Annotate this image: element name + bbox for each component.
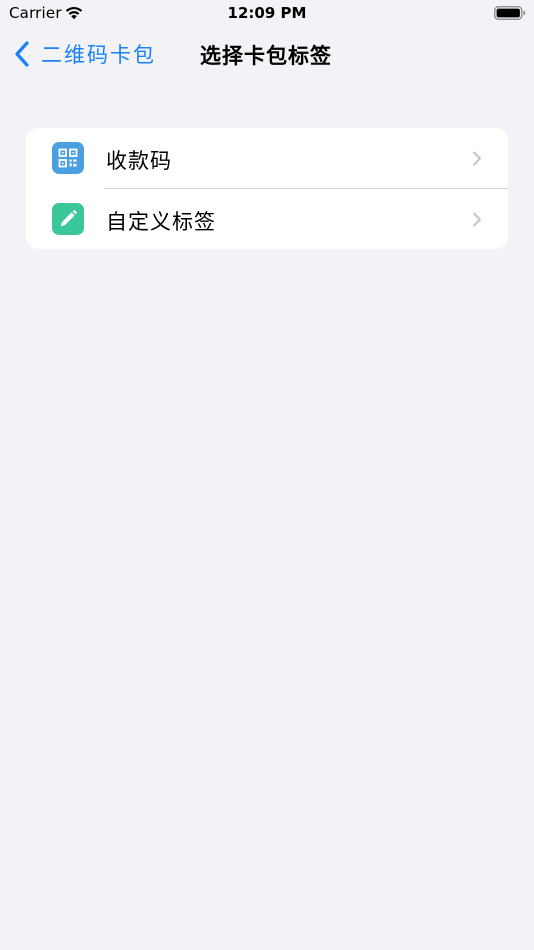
- pencil-icon: [52, 203, 84, 235]
- battery-icon: [494, 6, 526, 20]
- chevron-right-icon: [473, 151, 481, 166]
- page-title: 选择卡包标签: [200, 44, 332, 68]
- status-bar: Carrier 12:09 PM: [0, 0, 534, 28]
- qr-code-icon: [52, 142, 84, 174]
- chevron-left-icon: [15, 41, 29, 67]
- tag-options-list: 收款码 自定义标签: [26, 128, 508, 249]
- list-item-custom-tag[interactable]: 自定义标签: [26, 188, 508, 249]
- clock-time: 12:09 PM: [227, 4, 307, 22]
- list-item-payment-code[interactable]: 收款码: [26, 128, 508, 189]
- back-button[interactable]: 二维码卡包: [14, 38, 156, 70]
- back-button-label: 二维码卡包: [41, 43, 156, 67]
- list-item-label: 收款码: [106, 149, 172, 173]
- chevron-right-icon: [473, 212, 481, 227]
- list-item-label: 自定义标签: [106, 210, 216, 234]
- navigation-bar: 二维码卡包 选择卡包标签: [0, 28, 534, 80]
